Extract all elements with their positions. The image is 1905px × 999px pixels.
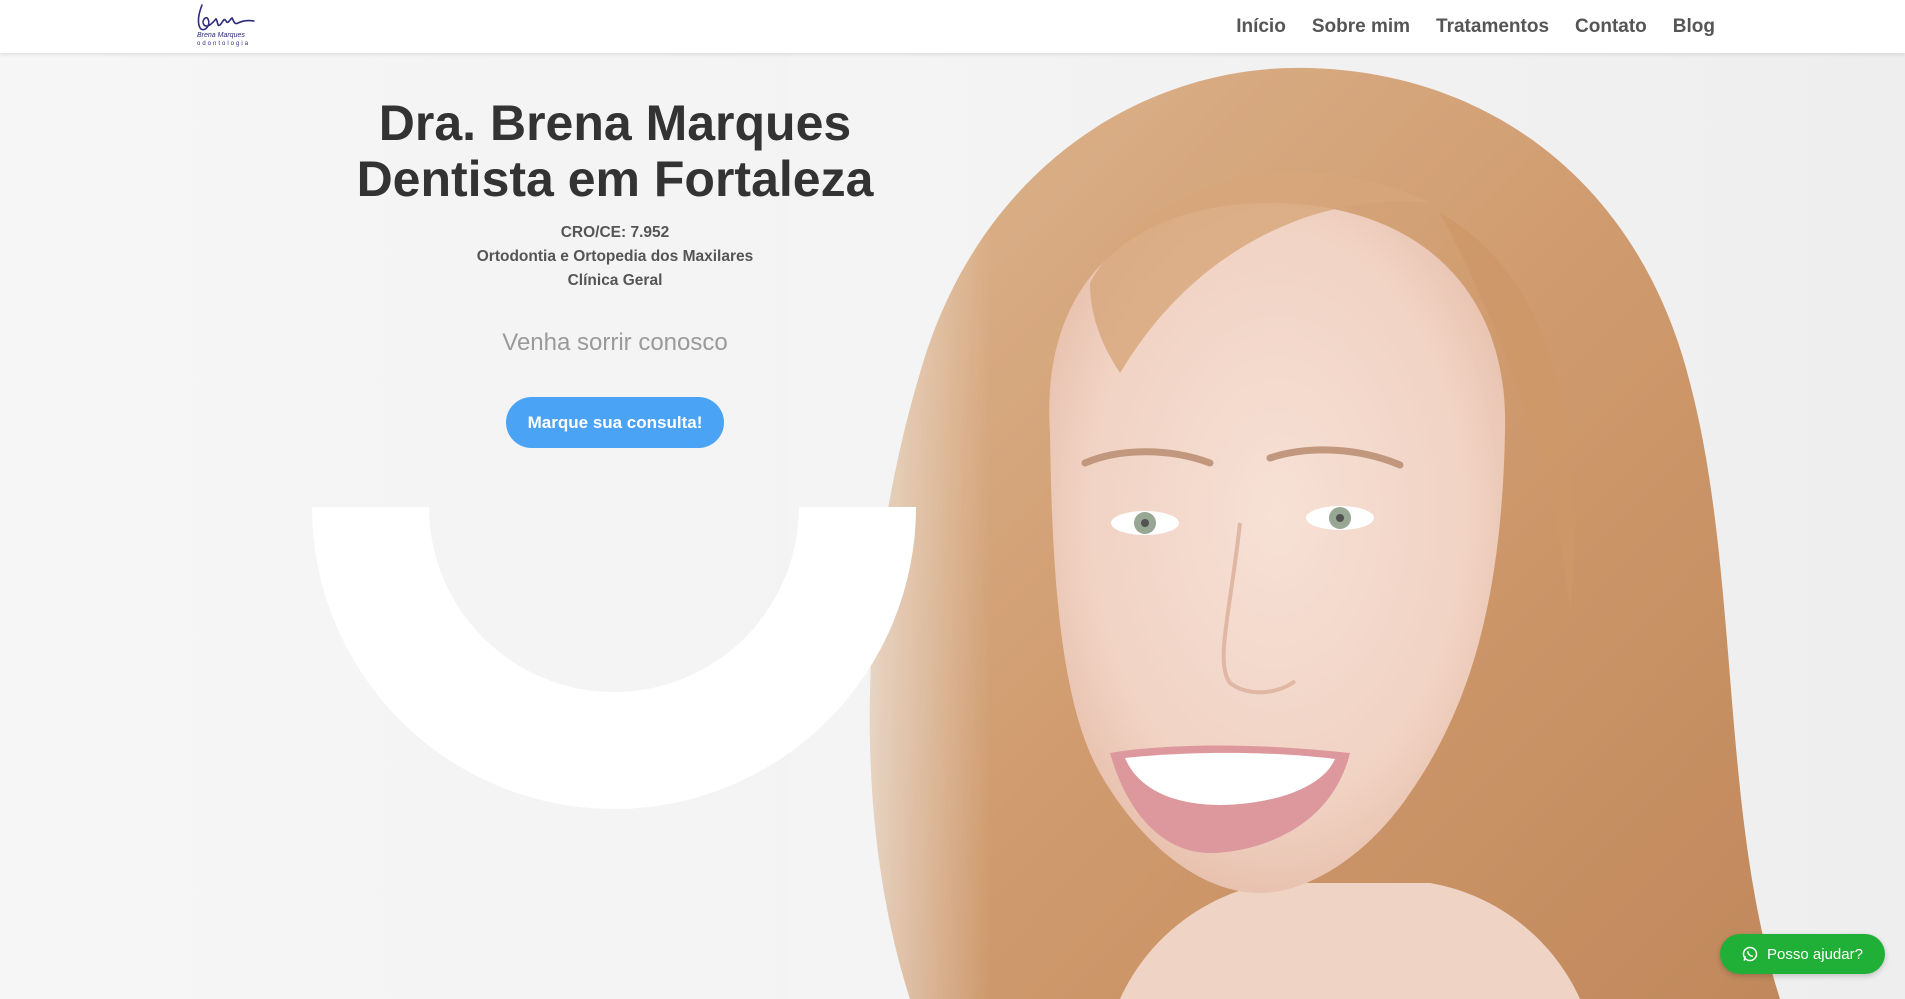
specialty-general: Clínica Geral xyxy=(567,272,663,289)
site-header: Brena Marques odontologia Início Sobre m… xyxy=(0,0,1905,53)
page: Brena Marques odontologia Início Sobre m… xyxy=(0,0,1905,999)
tagline: Venha sorrir conosco xyxy=(502,329,728,356)
specialty: Ortodontia e Ortopedia dos Maxilares xyxy=(476,248,754,265)
whatsapp-icon xyxy=(1742,946,1758,962)
logo-subtitle: odontologia xyxy=(197,41,251,47)
main-nav: Início Sobre mim Tratamentos Contato Blo… xyxy=(1236,0,1715,53)
logo-signature-icon xyxy=(197,4,255,31)
whatsapp-help-button[interactable]: Posso ajudar? xyxy=(1720,934,1885,974)
nav-item-contato[interactable]: Contato xyxy=(1575,16,1647,38)
whatsapp-label: Posso ajudar? xyxy=(1767,945,1863,963)
title-line-1: Dra. Brena Marques xyxy=(378,95,852,151)
book-appointment-button[interactable]: Marque sua consulta! xyxy=(505,397,725,448)
brand-logo[interactable]: Brena Marques odontologia xyxy=(192,1,256,51)
title-line-2: Dentista em Fortaleza xyxy=(356,151,874,207)
nav-item-tratamentos[interactable]: Tratamentos xyxy=(1436,16,1549,38)
credentials: CRO/CE: 7.952 Ortodontia e Ortopedia dos… xyxy=(315,221,915,293)
nav-item-blog[interactable]: Blog xyxy=(1673,16,1715,38)
decorative-arc xyxy=(312,507,916,809)
page-title: Dra. Brena Marques Dentista em Fortaleza xyxy=(315,95,915,207)
logo-name: Brena Marques xyxy=(197,32,245,39)
hero-content: Dra. Brena Marques Dentista em Fortaleza… xyxy=(315,95,915,448)
nav-item-inicio[interactable]: Início xyxy=(1236,16,1286,38)
hero-photo xyxy=(790,53,1905,999)
nav-item-sobre-mim[interactable]: Sobre mim xyxy=(1312,16,1410,38)
cro-number: CRO/CE: 7.952 xyxy=(560,224,670,241)
